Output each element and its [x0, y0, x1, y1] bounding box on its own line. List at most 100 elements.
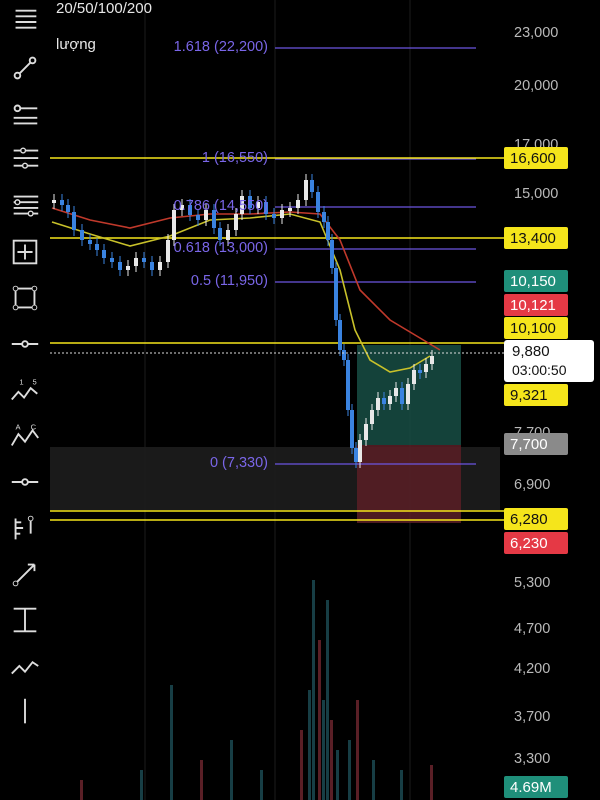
candle-body: [66, 205, 70, 212]
rectangle-icon: [12, 285, 38, 311]
candle-body: [330, 240, 334, 268]
measure-icon: [13, 607, 37, 633]
fib-level-label: 0.786 (14,550): [173, 198, 268, 214]
candle-body: [326, 222, 330, 240]
zigzag-tool[interactable]: [0, 644, 50, 688]
volume-bar: [356, 700, 359, 800]
price-axis-label: 3,300: [514, 751, 551, 767]
volume-indicator-label[interactable]: lượng: [56, 36, 96, 53]
candle-body: [196, 215, 200, 220]
horizontal-line-icon: [11, 340, 39, 348]
parallel-channel-icon: [13, 147, 39, 169]
volume-bar: [80, 780, 83, 800]
crosshair-box-icon: [12, 239, 38, 265]
volume-bar: [140, 770, 143, 800]
current-price-value: 9,880: [512, 343, 550, 360]
volume-bar: [170, 685, 173, 800]
bar-pattern-tool[interactable]: [0, 506, 50, 550]
candle-body: [310, 180, 314, 192]
volume-bar: [430, 765, 433, 800]
volume-bar: [300, 730, 303, 800]
price-badge: 4.69M: [504, 776, 568, 798]
price-axis-label: 5,300: [514, 575, 551, 591]
price-axis-label: 6,900: [514, 477, 551, 493]
candle-body: [388, 396, 392, 404]
hamburger-tool[interactable]: [0, 0, 50, 44]
arrow-icon: [12, 563, 36, 587]
fib-level-label: 0.5 (11,950): [190, 273, 268, 289]
price-badge: 10,100: [504, 317, 568, 339]
candle-body: [418, 370, 422, 373]
candle-body: [218, 228, 222, 240]
hamburger-icon: [15, 9, 37, 29]
price-axis-label: 4,700: [514, 621, 551, 637]
arrow-tool[interactable]: [0, 552, 50, 596]
candle-body: [346, 360, 350, 410]
horizontal-line-tool[interactable]: [0, 322, 50, 366]
volume-bar: [322, 700, 325, 800]
anchor-line-tool[interactable]: [0, 690, 50, 734]
trendline-tool[interactable]: [0, 46, 50, 90]
svg-text:1: 1: [19, 377, 23, 386]
fib-level-label: 0.618 (13,000): [173, 240, 268, 256]
fib-level-label: 1.618 (22,200): [173, 39, 268, 55]
candle-body: [126, 266, 130, 270]
candle-body: [296, 200, 300, 208]
abc-wave-tool[interactable]: AC: [0, 414, 50, 458]
candle-body: [350, 410, 354, 448]
price-axis-label: 15,000: [514, 186, 559, 202]
ray-horizontal-tool[interactable]: [0, 92, 50, 136]
candle-body: [172, 210, 176, 240]
volume-bar: [312, 580, 315, 800]
candle-body: [322, 212, 326, 222]
candle-body: [52, 200, 56, 203]
candle-body: [288, 208, 292, 211]
candle-body: [158, 262, 162, 270]
candle-body: [394, 388, 398, 396]
candle-body: [134, 258, 138, 266]
price-badge: 6,230: [504, 532, 568, 554]
measure-tool[interactable]: [0, 598, 50, 642]
volume-bar: [372, 760, 375, 800]
candle-body: [334, 268, 338, 320]
candle-body: [95, 244, 99, 250]
volume-bar: [230, 740, 233, 800]
anchor-line-icon: [24, 698, 26, 724]
candle-body: [88, 240, 92, 244]
volume-bars: [80, 580, 433, 800]
candle-body: [118, 262, 122, 270]
candle-body: [424, 364, 428, 372]
candle-body: [234, 214, 238, 230]
candle-body: [110, 258, 114, 262]
candle-body: [412, 370, 416, 384]
bar-pattern-icon: [14, 515, 34, 540]
volume-bar: [260, 770, 263, 800]
candle-body: [150, 262, 154, 270]
elliott-wave-icon: 15: [11, 377, 38, 401]
price-range-tool[interactable]: [0, 460, 50, 504]
crosshair-box-tool[interactable]: [0, 230, 50, 274]
ma-periods-label[interactable]: 20/50/100/200: [56, 0, 152, 17]
volume-bar: [330, 720, 333, 800]
volume-bar: [326, 600, 329, 800]
candle-body: [406, 384, 410, 404]
price-axis-label: 20,000: [514, 78, 559, 94]
fib-level-label: 0 (7,330): [209, 455, 268, 471]
volume-bar: [336, 750, 339, 800]
price-badge: 10,150: [504, 270, 568, 292]
volume-bar: [200, 760, 203, 800]
volume-bar: [400, 770, 403, 800]
price-badge: 10,121: [504, 294, 568, 316]
elliott-wave-tool[interactable]: 15: [0, 368, 50, 412]
price-axis-label: 4,200: [514, 661, 551, 677]
price-badge: 9,321: [504, 384, 568, 406]
fib-retracement-icon: [13, 195, 39, 217]
candle-body: [342, 350, 346, 360]
candle-countdown: 03:00:50: [512, 362, 567, 378]
fib-retracement-tool[interactable]: [0, 184, 50, 228]
price-badge: 16,600: [504, 147, 568, 169]
rectangle-tool[interactable]: [0, 276, 50, 320]
parallel-channel-tool[interactable]: [0, 138, 50, 182]
abc-wave-icon: AC: [10, 422, 39, 446]
candle-body: [338, 320, 342, 350]
